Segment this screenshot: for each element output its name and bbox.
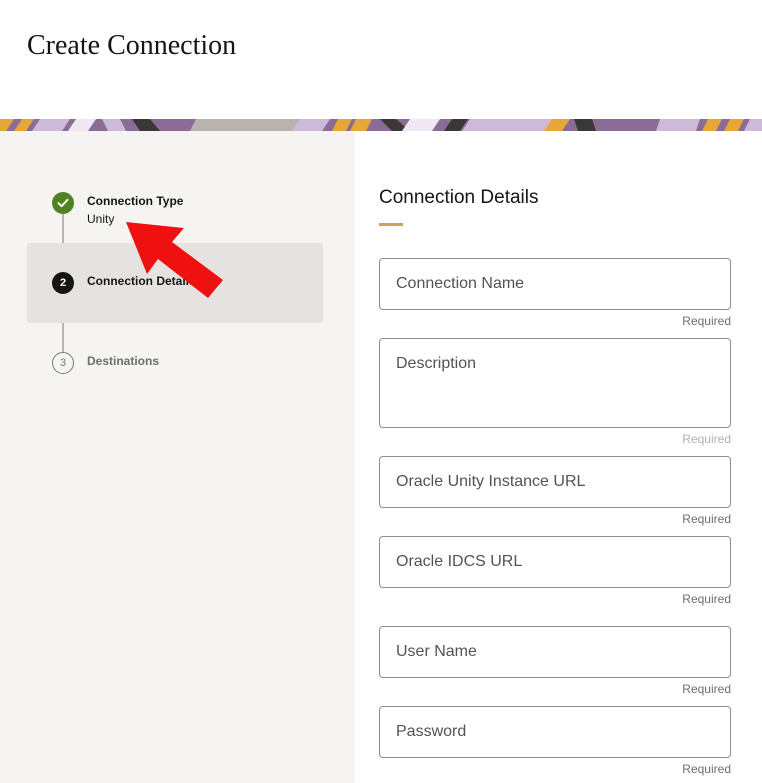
train-sidebar — [0, 131, 355, 783]
step-1-subtitle: Unity — [87, 212, 115, 226]
user-name-required: Required — [682, 682, 731, 696]
header: Create Connection — [0, 0, 762, 119]
connection-name-input[interactable]: Connection Name — [379, 258, 731, 310]
unity-instance-url-input[interactable]: Oracle Unity Instance URL — [379, 456, 731, 508]
page-title: Create Connection — [27, 30, 237, 61]
user-name-input[interactable]: User Name — [379, 626, 731, 678]
decorative-banner — [0, 119, 762, 131]
idcs-url-placeholder: Oracle IDCS URL — [396, 553, 523, 570]
password-required: Required — [682, 762, 731, 776]
create-connection-page: Create Connection Connection Type Unity … — [0, 0, 762, 783]
section-title-underline — [379, 223, 403, 226]
step-3-title[interactable]: Destinations — [87, 354, 159, 368]
step-2-indicator[interactable]: 2 — [52, 272, 74, 294]
step-1-title[interactable]: Connection Type — [87, 194, 183, 208]
password-input[interactable]: Password — [379, 706, 731, 758]
password-placeholder: Password — [396, 723, 467, 740]
idcs-url-input[interactable]: Oracle IDCS URL — [379, 536, 731, 588]
description-required: Required — [682, 432, 731, 446]
step-3-indicator[interactable]: 3 — [52, 352, 74, 374]
description-placeholder: Description — [396, 355, 477, 372]
step-2-title[interactable]: Connection Details — [87, 274, 191, 288]
section-title: Connection Details — [379, 187, 539, 208]
connection-name-required: Required — [682, 314, 731, 328]
user-name-placeholder: User Name — [396, 643, 477, 660]
idcs-url-required: Required — [682, 592, 731, 606]
unity-instance-url-placeholder: Oracle Unity Instance URL — [396, 473, 586, 490]
check-icon — [57, 198, 69, 208]
description-textarea[interactable]: Description — [379, 338, 731, 428]
connection-name-placeholder: Connection Name — [396, 275, 525, 292]
unity-instance-url-required: Required — [682, 512, 731, 526]
step-1-indicator[interactable] — [52, 192, 74, 214]
